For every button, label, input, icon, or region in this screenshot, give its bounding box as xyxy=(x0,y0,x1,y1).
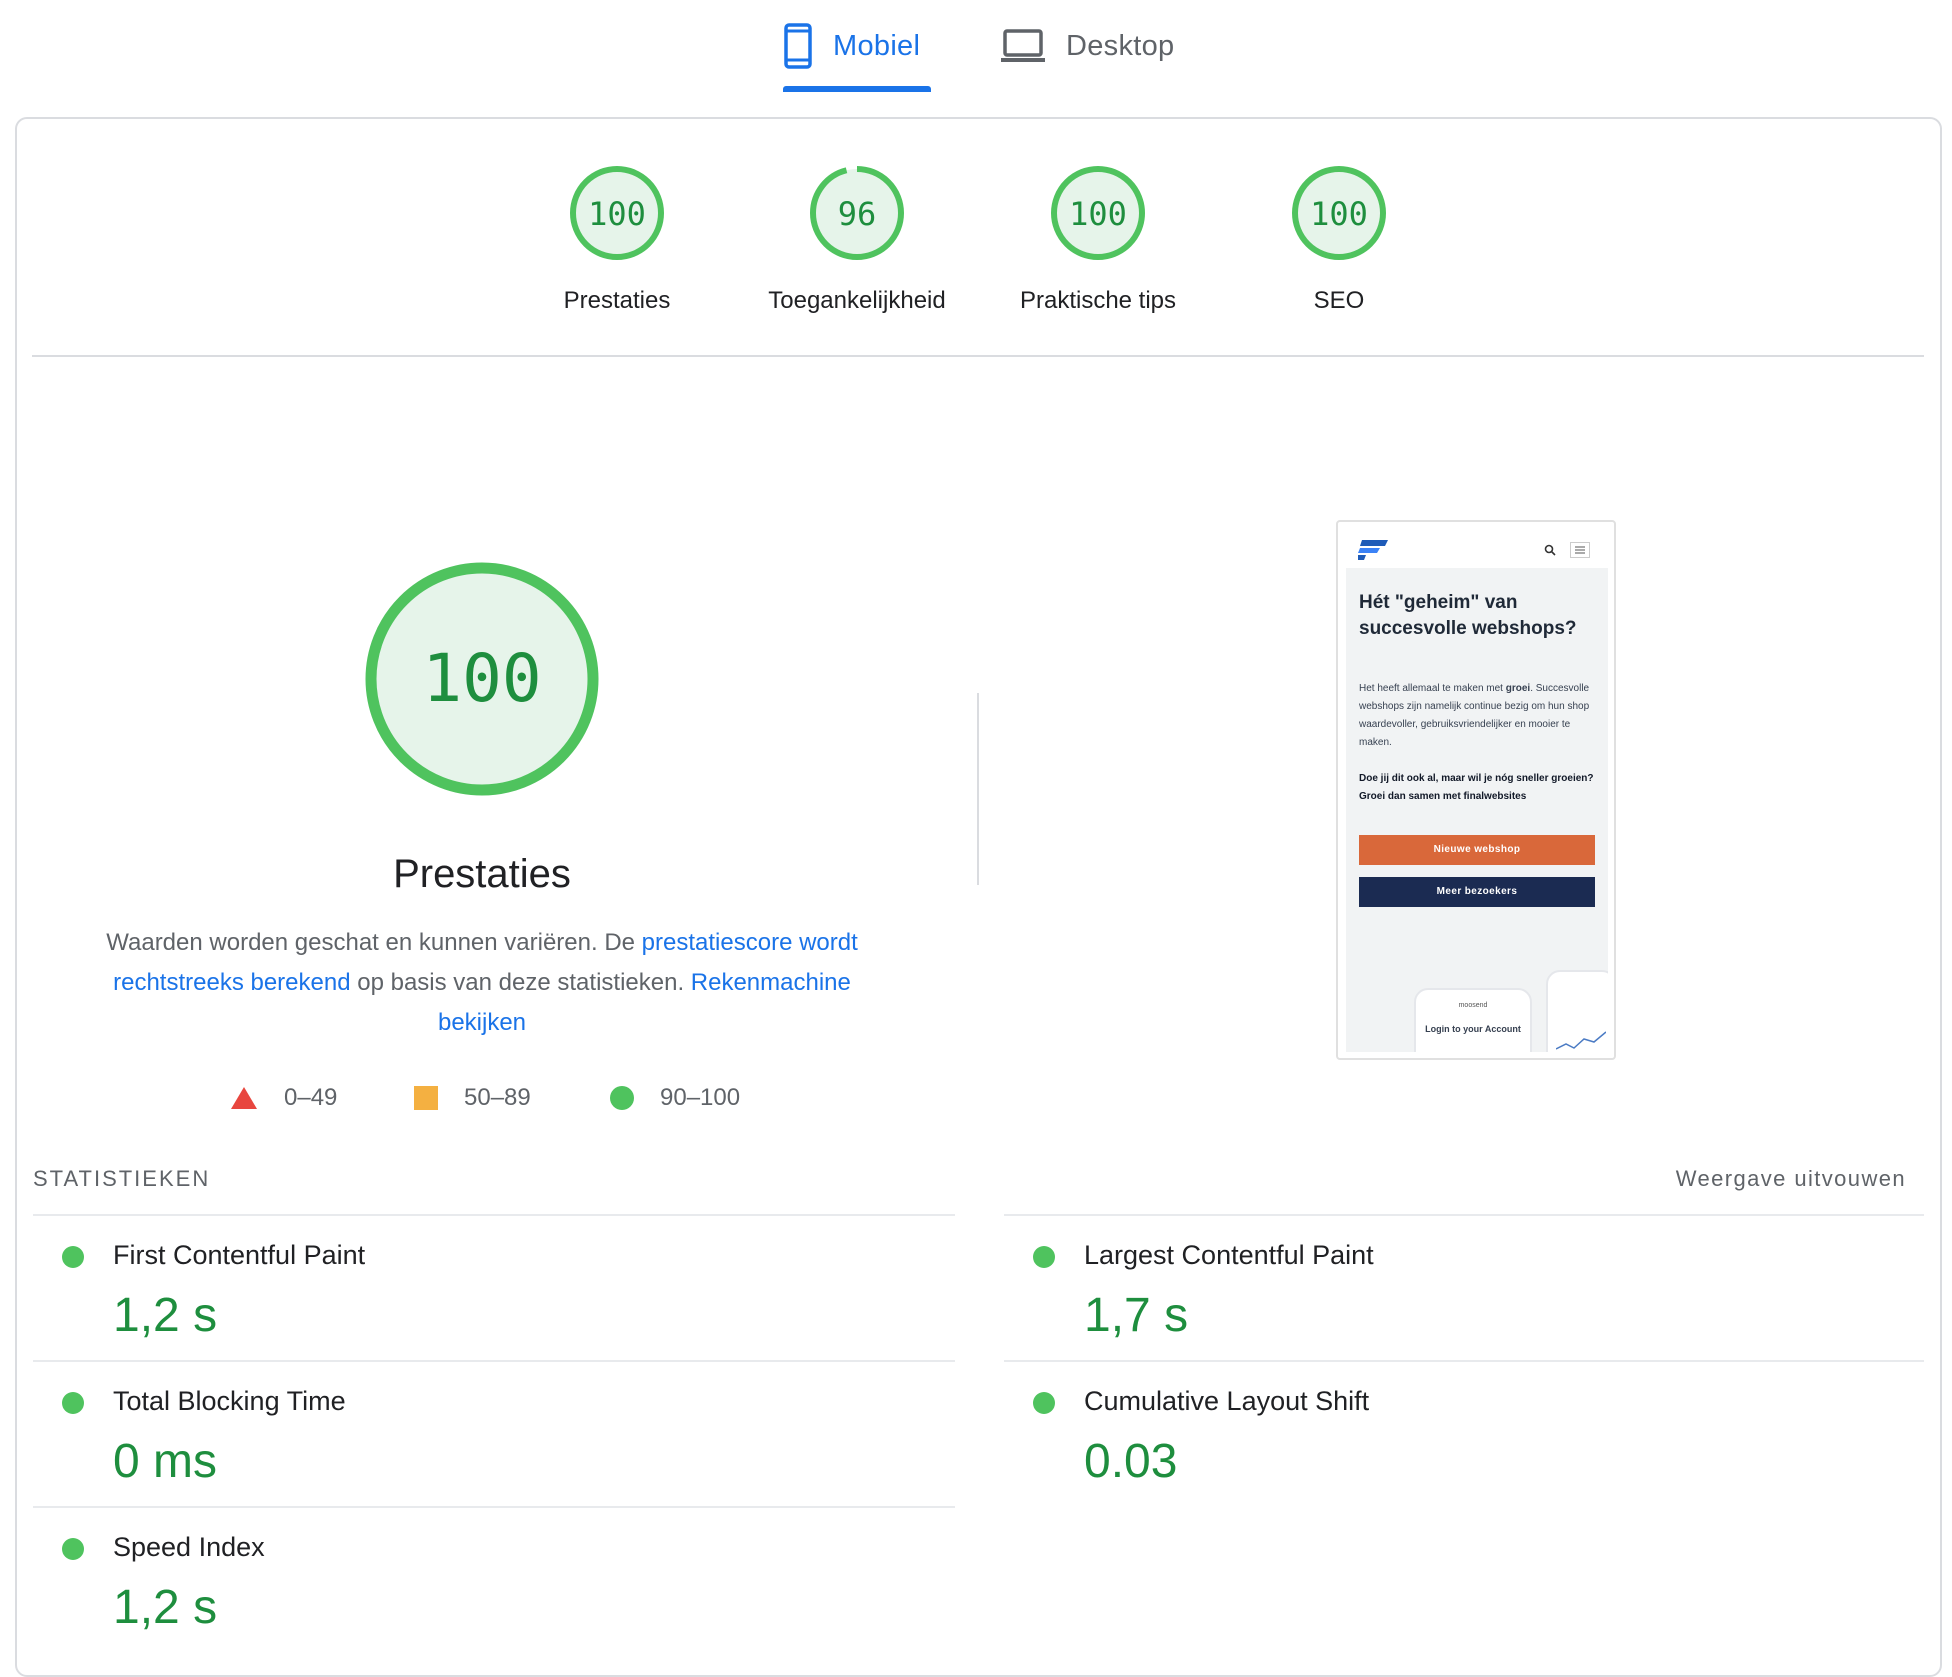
site-logo-icon xyxy=(1358,540,1388,560)
legend-average-range: 50–89 xyxy=(464,1084,531,1111)
score-legend: 0–49 50–89 90–100 xyxy=(230,1084,790,1124)
gauge-label: Toegankelijkheid xyxy=(768,287,946,314)
legend-fail: 0–49 xyxy=(230,1084,337,1112)
expand-view-toggle[interactable]: Weergave uitvouwen xyxy=(1676,1166,1906,1192)
main-score-title: Prestaties xyxy=(393,852,571,896)
screenshot-button-more-visitors: Meer bezoekers xyxy=(1359,877,1595,907)
square-icon xyxy=(414,1086,438,1110)
desc-text-1: Waarden worden geschat en kunnen variëre… xyxy=(106,929,642,956)
screenshot-page: Hét "geheim" van succesvolle webshops? H… xyxy=(1346,530,1608,1052)
phone-login-text: Login to your Account xyxy=(1425,1024,1521,1034)
pass-circle-icon xyxy=(1033,1246,1055,1268)
menu-icon xyxy=(1570,542,1590,558)
metric-label: Speed Index xyxy=(113,1532,265,1562)
gauge-score: 96 xyxy=(838,195,877,233)
final-screenshot[interactable]: Hét "geheim" van succesvolle webshops? H… xyxy=(1336,520,1616,1060)
metric-total-blocking-time: Total Blocking Time 0 ms xyxy=(33,1360,955,1506)
metric-speed-index: Speed Index 1,2 s xyxy=(33,1506,955,1652)
p1-bold: groei xyxy=(1505,683,1531,694)
metric-value: 1,7 s xyxy=(1084,1289,1189,1342)
gauge-ring: 100 xyxy=(570,166,664,260)
metric-value: 0.03 xyxy=(1084,1435,1178,1488)
gauge-label: Prestaties xyxy=(563,287,671,314)
metric-label: Cumulative Layout Shift xyxy=(1084,1386,1370,1416)
gauge-ring: 96 xyxy=(810,166,904,260)
gauge-score: 100 xyxy=(1069,195,1127,233)
circle-icon xyxy=(610,1086,634,1110)
pass-circle-icon xyxy=(1033,1392,1055,1414)
gauge-score: 100 xyxy=(1310,195,1368,233)
screenshot-title: Hét "geheim" van succesvolle webshops? xyxy=(1359,592,1577,639)
metric-value: 0 ms xyxy=(113,1435,218,1488)
metric-value: 1,2 s xyxy=(113,1581,218,1634)
vertical-divider xyxy=(977,693,979,885)
pass-circle-icon xyxy=(62,1392,84,1414)
legend-pass-range: 90–100 xyxy=(660,1084,741,1111)
metric-label: Total Blocking Time xyxy=(113,1386,346,1416)
main-score-gauge: 100 xyxy=(360,557,604,801)
metric-value: 1,2 s xyxy=(113,1289,218,1342)
metric-label: Largest Contentful Paint xyxy=(1084,1240,1374,1270)
gauge-seo[interactable]: 100 SEO xyxy=(1229,163,1449,315)
legend-pass: 90–100 xyxy=(610,1084,740,1112)
metric-cumulative-layout-shift: Cumulative Layout Shift 0.03 xyxy=(1004,1360,1924,1506)
metric-label: First Contentful Paint xyxy=(113,1240,366,1270)
gauge-ring: 100 xyxy=(1051,166,1145,260)
gauge-performance[interactable]: 100 Prestaties xyxy=(507,163,727,315)
gauge-accessibility[interactable]: 96 Toegankelijkheid xyxy=(747,163,967,315)
screenshot-phone-mockup-2 xyxy=(1546,970,1608,1052)
category-gauges: 100 Prestaties 96 Toegankelijkheid 100 Prak… xyxy=(0,0,1952,360)
phone-brand: moosend xyxy=(1458,1002,1488,1009)
p1-start: Het heeft allemaal te maken met xyxy=(1359,683,1506,694)
score-description: Waarden worden geschat en kunnen variëre… xyxy=(90,923,874,1043)
screenshot-paragraph-2: Doe jij dit ook al, maar wil je nóg snel… xyxy=(1359,773,1594,802)
metric-first-contentful-paint: First Contentful Paint 1,2 s xyxy=(33,1214,955,1360)
gauge-label: Praktische tips xyxy=(1019,287,1177,314)
gauge-score: 100 xyxy=(588,195,646,233)
screenshot-phone-mockup: moosend Login to your Account xyxy=(1414,988,1532,1052)
legend-average: 50–89 xyxy=(414,1084,531,1112)
divider xyxy=(32,355,1924,357)
mini-chart-icon xyxy=(1556,1031,1606,1050)
triangle-icon xyxy=(231,1087,257,1109)
pass-circle-icon xyxy=(62,1246,84,1268)
main-score-value: 100 xyxy=(422,640,541,717)
gauge-best-practices[interactable]: 100 Praktische tips xyxy=(988,163,1208,315)
screenshot-paragraph-1: Het heeft allemaal te maken met groei. S… xyxy=(1359,680,1599,752)
search-icon xyxy=(1544,544,1556,556)
statistics-heading: STATISTIEKEN xyxy=(33,1166,211,1191)
desc-text-2: op basis van deze statistieken. xyxy=(350,969,691,996)
gauge-ring: 100 xyxy=(1292,166,1386,260)
pass-circle-icon xyxy=(62,1538,84,1560)
gauge-label: SEO xyxy=(1313,287,1365,314)
screenshot-header xyxy=(1346,530,1608,568)
metric-largest-contentful-paint: Largest Contentful Paint 1,7 s xyxy=(1004,1214,1924,1360)
legend-fail-range: 0–49 xyxy=(284,1084,338,1111)
screenshot-button-new-webshop: Nieuwe webshop xyxy=(1359,835,1595,865)
